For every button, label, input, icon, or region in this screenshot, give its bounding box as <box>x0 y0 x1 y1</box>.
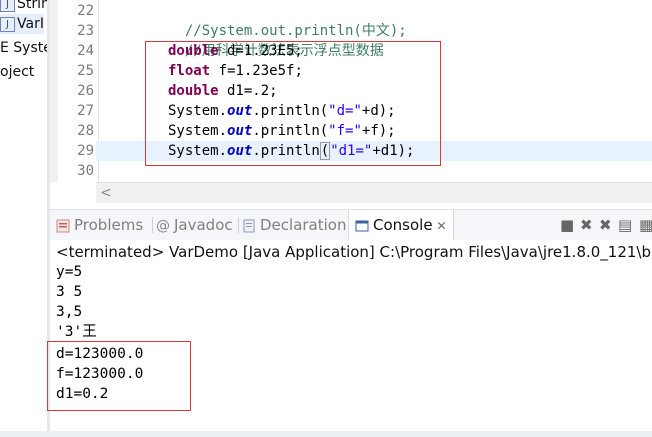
horizontal-scrollbar[interactable]: < <box>96 182 652 203</box>
line-number-gutter: 22 23 24 25 26 27 28 29 30 <box>58 0 99 182</box>
views-tab-bar: Problems @ Javadoc Declaration Console ✕ ■… <box>50 209 652 241</box>
line-number: 26 <box>77 83 94 99</box>
line-number: 28 <box>77 123 94 139</box>
line-number: 22 <box>77 3 94 19</box>
terminate-icon[interactable]: ■ <box>560 215 574 235</box>
line-number: 23 <box>77 23 94 39</box>
problems-icon <box>56 219 70 232</box>
overview-ruler <box>50 0 58 182</box>
console-output-line: y=5 <box>56 264 83 280</box>
tab-javadoc[interactable]: @ Javadoc <box>156 210 233 240</box>
code-line-22: //System.out.println(中文); <box>184 23 407 39</box>
remove-launch-icon[interactable]: ✖ <box>599 215 612 235</box>
explorer-item[interactable]: oject <box>0 62 34 82</box>
console-output-line: 3 5 <box>56 284 83 300</box>
java-file-icon: J <box>0 16 15 32</box>
annotation-box-code <box>145 41 441 166</box>
line-number: 29 <box>77 143 94 159</box>
line-number: 24 <box>77 43 94 59</box>
console-output-line: '3'王 <box>56 324 97 340</box>
code-line-23: //用科学计数法表示浮点型数据 <box>184 43 384 59</box>
console-launch-header: <terminated> VarDemo [Java Application] … <box>56 243 652 261</box>
declaration-icon <box>243 219 255 232</box>
explorer-item[interactable]: J Strin <box>0 0 47 14</box>
explorer-item[interactable]: E Syste <box>0 38 47 58</box>
line-number: 30 <box>77 163 94 179</box>
console-icon <box>355 220 369 231</box>
scroll-lock-icon[interactable]: ▤ <box>618 215 632 235</box>
tab-console[interactable]: Console ✕ <box>348 210 454 240</box>
line-number: 27 <box>77 103 94 119</box>
javadoc-icon: @ <box>156 217 170 234</box>
annotation-box-output <box>47 341 191 411</box>
chevron-left-icon[interactable]: < <box>100 183 112 203</box>
tab-problems[interactable]: Problems <box>56 210 143 240</box>
close-icon[interactable]: ✕ <box>437 219 447 233</box>
java-file-icon: J <box>0 0 15 12</box>
remove-all-terminated-icon[interactable]: ✖ <box>580 215 593 235</box>
line-number: 25 <box>77 63 94 79</box>
explorer-lower <box>0 210 47 437</box>
explorer-item-selected[interactable]: J VarI <box>0 14 44 34</box>
tab-declaration[interactable]: Declaration <box>242 210 346 240</box>
console-output-line: 3,5 <box>56 304 83 320</box>
status-strip <box>0 431 652 437</box>
package-explorer: J Strin J VarI E Syste oject <box>0 0 47 210</box>
clear-console-icon[interactable]: ▦ <box>639 215 652 235</box>
